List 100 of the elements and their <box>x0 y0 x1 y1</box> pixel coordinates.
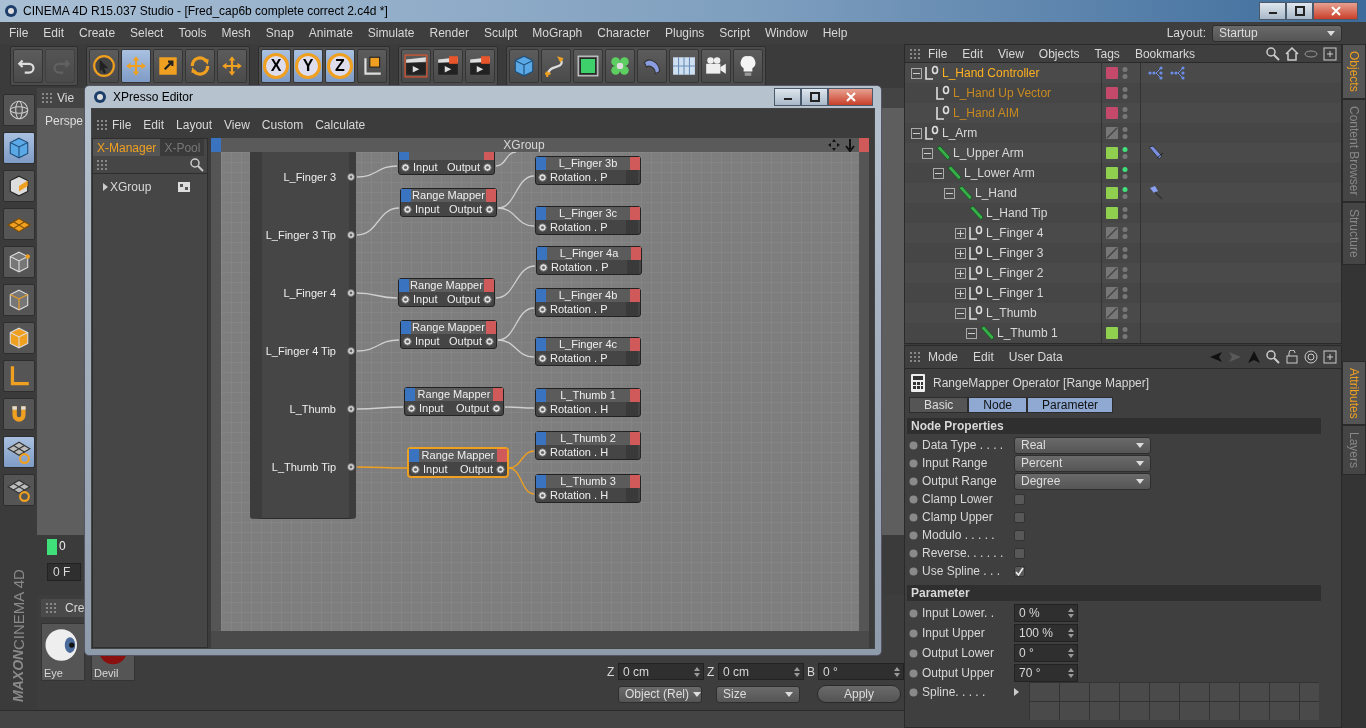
layout-dropdown[interactable]: Startup <box>1212 24 1342 42</box>
tool-button[interactable] <box>2 360 35 392</box>
number-field[interactable]: 0 % <box>1014 604 1078 622</box>
keyframe-dot-icon[interactable] <box>909 512 918 522</box>
visibility-dots-icon[interactable] <box>1122 86 1128 100</box>
object-node[interactable]: L_Finger 3b Rotation . P <box>535 156 641 185</box>
visibility-dots-icon[interactable] <box>1122 246 1128 260</box>
checkbox[interactable] <box>1014 493 1025 505</box>
object-name[interactable]: L_Hand Tip <box>986 206 1048 220</box>
range-mapper-node[interactable]: Input Output <box>398 152 495 175</box>
visibility-dots-icon[interactable] <box>1122 66 1128 80</box>
port-icon[interactable] <box>347 463 355 471</box>
menu-item[interactable]: View <box>220 118 258 132</box>
search-icon[interactable] <box>1266 350 1280 364</box>
tool-button[interactable] <box>401 49 431 83</box>
port-icon[interactable] <box>538 404 547 414</box>
port-icon[interactable] <box>411 464 420 474</box>
port-icon[interactable] <box>485 204 494 214</box>
object-name[interactable]: L_Upper Arm <box>953 146 1024 160</box>
side-tab[interactable]: Attributes <box>1342 360 1366 426</box>
tool-button[interactable] <box>733 49 763 83</box>
layer-swatch[interactable] <box>1106 267 1118 279</box>
input-port-menu-button[interactable] <box>409 449 419 462</box>
input-port-menu-button[interactable] <box>536 389 546 402</box>
input-port-menu-button[interactable] <box>537 247 547 260</box>
port-icon[interactable] <box>407 403 416 413</box>
menu-item[interactable]: Edit <box>968 350 1002 364</box>
visibility-dots-icon[interactable] <box>1122 286 1128 300</box>
layer-swatch[interactable] <box>1106 147 1118 159</box>
checkbox[interactable] <box>1014 511 1025 523</box>
tool-button[interactable] <box>509 49 539 83</box>
visibility-dots-icon[interactable] <box>1122 266 1128 280</box>
number-field[interactable]: 0 ° <box>1014 644 1078 662</box>
input-port-menu-button[interactable] <box>405 388 415 401</box>
home-icon[interactable] <box>1285 46 1299 61</box>
layer-swatch[interactable] <box>1106 227 1118 239</box>
menu-item[interactable]: Render <box>422 26 477 40</box>
tool-button[interactable] <box>2 322 35 354</box>
axis-lock-button[interactable]: X <box>261 49 291 83</box>
new-panel-icon[interactable] <box>1323 46 1337 61</box>
layer-swatch[interactable] <box>1106 207 1118 219</box>
object-node[interactable]: L_Thumb 1 Rotation . H <box>535 388 641 417</box>
layer-swatch[interactable] <box>1106 107 1118 119</box>
object-node[interactable]: L_Thumb 2 Rotation . H <box>535 431 641 460</box>
menu-item[interactable]: Layout <box>172 118 221 132</box>
tool-button[interactable] <box>2 208 35 240</box>
visibility-dots-icon[interactable] <box>1122 106 1128 120</box>
menu-item[interactable]: Animate <box>301 26 361 40</box>
zoom-arrow-icon[interactable] <box>843 138 857 152</box>
object-name[interactable]: L_Finger 4 <box>986 226 1044 240</box>
input-port-menu-button[interactable] <box>401 321 411 334</box>
expand-icon[interactable] <box>955 267 966 279</box>
menu-item[interactable]: Edit <box>139 118 173 132</box>
node-canvas[interactable] <box>211 152 869 631</box>
collapse-icon[interactable] <box>933 167 944 179</box>
object-name[interactable]: L_Lower Arm <box>964 166 1035 180</box>
port-icon[interactable] <box>403 204 412 214</box>
keyframe-dot-icon[interactable] <box>909 608 918 618</box>
new-panel-icon[interactable] <box>1323 350 1337 364</box>
port-icon[interactable] <box>403 336 412 346</box>
dropdown[interactable]: Degree <box>1014 472 1151 490</box>
menu-item[interactable]: Edit <box>36 26 73 40</box>
tool-button[interactable] <box>217 49 247 83</box>
layer-swatch[interactable] <box>1106 247 1118 259</box>
visibility-dots-icon[interactable] <box>1122 226 1128 240</box>
port-icon[interactable] <box>538 304 547 314</box>
layer-swatch[interactable] <box>1106 307 1118 319</box>
lock-icon[interactable] <box>1285 350 1299 364</box>
port-icon[interactable] <box>538 222 547 232</box>
menu-item[interactable]: Objects <box>1033 46 1088 61</box>
menu-item[interactable]: Select <box>123 26 172 40</box>
range-mapper-node[interactable]: Range Mapper Input Output <box>400 188 497 217</box>
object-node[interactable]: L_Finger 4c Rotation . P <box>535 337 641 366</box>
menu-item[interactable]: Calculate <box>311 118 374 132</box>
port-icon[interactable] <box>483 294 492 304</box>
tab[interactable]: Basic <box>909 397 969 413</box>
tool-button[interactable] <box>121 49 151 83</box>
tool-button[interactable] <box>2 474 35 506</box>
object-name[interactable]: L_Thumb <box>986 306 1037 320</box>
input-port-menu-button[interactable] <box>399 279 409 292</box>
port-icon[interactable] <box>539 262 548 272</box>
port-icon[interactable] <box>485 336 494 346</box>
checkbox[interactable] <box>1014 565 1025 577</box>
visibility-dots-icon[interactable] <box>1122 166 1128 180</box>
expand-icon[interactable] <box>955 227 966 239</box>
layer-swatch[interactable] <box>1106 167 1118 179</box>
keyframe-dot-icon[interactable] <box>909 648 918 658</box>
viewport-menu[interactable]: Vie <box>57 91 75 105</box>
keyframe-dot-icon[interactable] <box>909 458 918 468</box>
tool-button[interactable] <box>669 49 699 83</box>
collapse-icon[interactable] <box>955 307 966 319</box>
keyframe-dot-icon[interactable] <box>909 668 918 678</box>
collapse-icon[interactable] <box>944 187 955 199</box>
menu-item[interactable]: Tools <box>171 26 215 40</box>
expand-arrow-icon[interactable] <box>103 183 108 191</box>
pan-icon[interactable] <box>827 138 841 152</box>
object-name[interactable]: L_Finger 1 <box>986 286 1044 300</box>
keyframe-dot-icon[interactable] <box>909 530 918 540</box>
menu-item[interactable]: Window <box>758 26 816 40</box>
menu-item[interactable]: Snap <box>258 26 302 40</box>
